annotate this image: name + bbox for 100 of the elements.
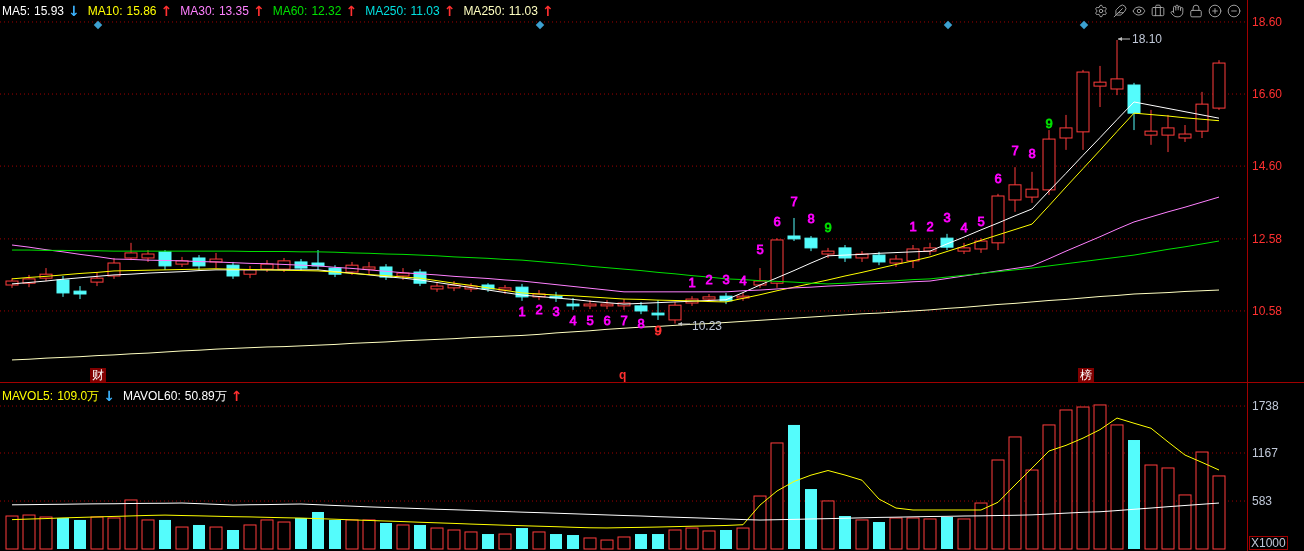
candlestick: [1059, 114, 1073, 151]
legend-value: 11.03: [410, 5, 440, 17]
sequence-number: 9: [654, 323, 662, 338]
sequence-number: 2: [926, 219, 934, 234]
feather-icon[interactable]: [1113, 4, 1127, 18]
sequence-number: 6: [603, 313, 611, 328]
price-axis-label: 16.60: [1252, 88, 1283, 101]
candlestick: [736, 292, 750, 302]
volume-unit-label: X1000: [1249, 536, 1288, 550]
candlestick: [379, 263, 393, 281]
candlestick: [345, 261, 359, 276]
candlestick: [838, 244, 852, 263]
candlestick: [1178, 124, 1192, 143]
candlestick: [175, 256, 189, 268]
candlestick: [634, 301, 648, 315]
legend-value: 109.0万: [57, 390, 100, 402]
price-axis-label: 14.60: [1252, 160, 1283, 173]
candlestick: [1161, 114, 1175, 153]
candlestick: [1195, 91, 1209, 139]
volume-bar: [312, 512, 324, 549]
price-axis-label: 18.60: [1252, 15, 1283, 28]
legend-label: MA30:: [180, 5, 215, 17]
hand-icon[interactable]: [1170, 4, 1184, 18]
candlestick: [498, 284, 512, 295]
legend-label: MA250:: [365, 5, 407, 17]
candlestick: [566, 297, 580, 311]
candlestick: [1212, 59, 1226, 111]
legend-value: 11.03: [508, 5, 538, 17]
legend-label: MA60:: [272, 5, 308, 17]
legend-label: MAVOL5:: [2, 390, 54, 402]
candlestick: [872, 251, 886, 266]
candlestick: [311, 249, 325, 271]
sequence-number: 7: [620, 313, 628, 328]
candlestick: [124, 242, 138, 261]
sequence-number: 2: [705, 272, 713, 287]
candlestick: [226, 261, 240, 280]
zoom-in-icon[interactable]: [1208, 4, 1222, 18]
candlestick: [515, 283, 529, 302]
candlestick: [328, 264, 342, 278]
volume-axis-label: 1738: [1252, 400, 1279, 413]
candlestick: [1093, 65, 1107, 108]
event-marker[interactable]: q: [617, 368, 629, 382]
sequence-number: 6: [773, 214, 781, 229]
volume-axis-label: 583: [1252, 495, 1273, 508]
candlestick: [56, 275, 70, 298]
volume-bar: [414, 525, 426, 549]
sequence-number: 7: [790, 194, 798, 209]
sequence-number: 5: [586, 313, 594, 328]
event-marker[interactable]: 榜: [1078, 368, 1094, 382]
candlestick: [889, 254, 903, 268]
trend-arrow: ↓: [68, 4, 80, 18]
price-annotation: 18.10: [1132, 32, 1163, 46]
event-marker[interactable]: 财: [90, 368, 106, 382]
candlestick: [141, 249, 155, 263]
candlestick: [974, 237, 988, 254]
sequence-number: 5: [756, 242, 764, 257]
sequence-number: 7: [1011, 143, 1019, 158]
legend-label: MA10:: [87, 5, 123, 17]
legend-value: 15.86: [126, 5, 157, 17]
sequence-number: 1: [909, 219, 917, 234]
sequence-number: 5: [977, 214, 985, 229]
candlestick: [39, 267, 53, 282]
candlestick: [583, 299, 597, 310]
candlestick: [617, 298, 631, 311]
lock-icon[interactable]: [1189, 4, 1203, 18]
zoom-out-icon[interactable]: [1227, 4, 1241, 18]
briefcase-icon[interactable]: [1151, 4, 1165, 18]
candlestick: [430, 281, 444, 293]
volume-bar: [805, 489, 817, 549]
sequence-number: 4: [960, 220, 968, 235]
candlestick: [923, 242, 937, 256]
trend-arrow: ↓: [103, 389, 115, 403]
sequence-number: 8: [807, 211, 815, 226]
volume-bar: [380, 523, 392, 549]
eye-icon[interactable]: [1132, 4, 1146, 18]
volume-bar: [329, 519, 341, 549]
volume-bar: [567, 535, 579, 549]
volume-bar: [550, 534, 562, 549]
settings-icon[interactable]: [1094, 4, 1108, 18]
sequence-number: 1: [688, 275, 696, 290]
candlestick: [294, 258, 308, 272]
volume-bar: [482, 534, 494, 549]
candlestick: [260, 259, 274, 273]
sequence-number: 9: [824, 220, 832, 235]
candlestick: [532, 289, 546, 301]
volume-bar: [295, 518, 307, 549]
trend-arrow: ↑: [252, 4, 265, 18]
legend-label: MA5:: [2, 5, 30, 17]
volume-bar: [159, 519, 171, 549]
candlestick: [549, 291, 563, 303]
candlestick: [396, 267, 410, 281]
legend-value: 13.35: [218, 5, 249, 17]
volume-bar: [516, 528, 528, 549]
candlestick: [192, 254, 206, 271]
candlestick: [158, 249, 172, 271]
candlestick: [362, 261, 376, 275]
sequence-number: 1: [518, 304, 526, 319]
volume-bar: [941, 517, 953, 549]
candlestick: [481, 282, 495, 293]
candlestick: [1144, 109, 1158, 146]
